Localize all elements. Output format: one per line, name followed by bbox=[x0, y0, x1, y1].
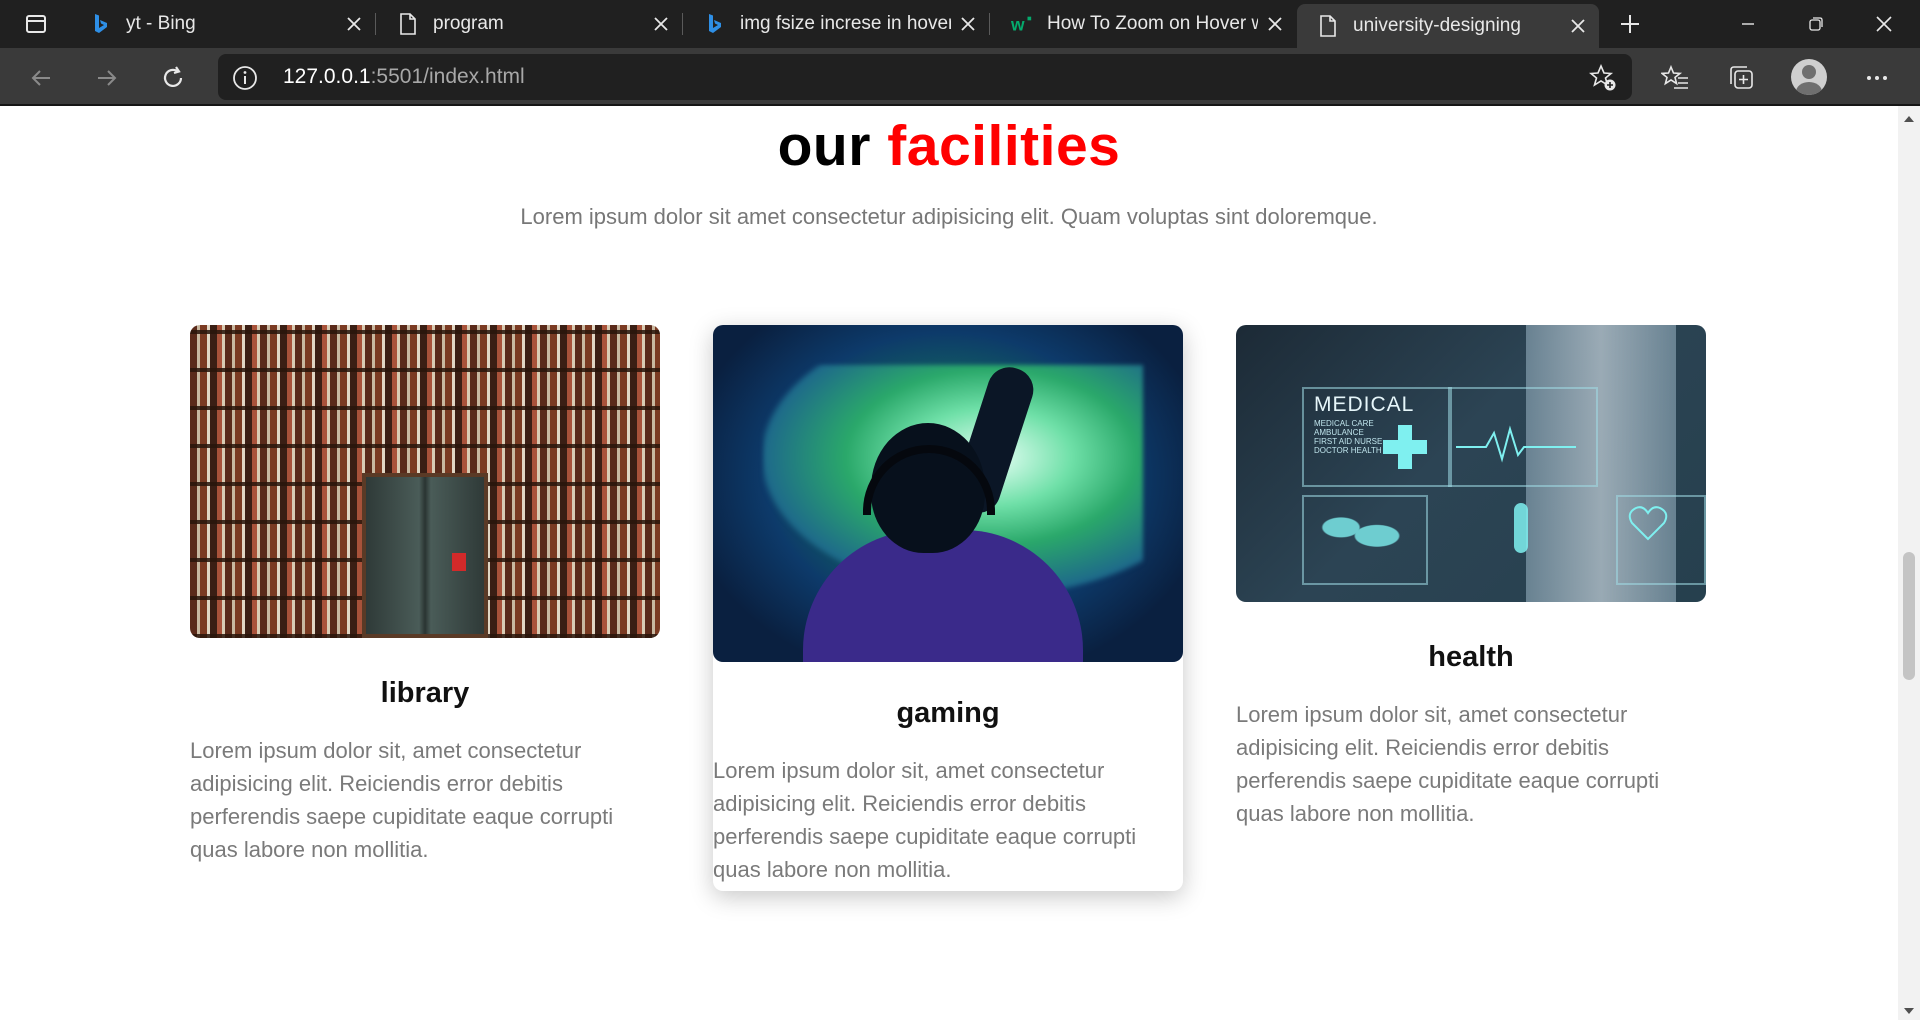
close-window-button[interactable] bbox=[1850, 0, 1918, 48]
card-text: Lorem ipsum dolor sit, amet consectetur … bbox=[190, 738, 614, 862]
close-tab-icon[interactable] bbox=[1258, 7, 1292, 41]
page-icon bbox=[397, 13, 419, 35]
gaming-image bbox=[713, 325, 1183, 662]
medical-label: MEDICAL bbox=[1314, 393, 1415, 416]
tab-university-designing[interactable]: university-designing bbox=[1297, 4, 1599, 48]
settings-menu-button[interactable] bbox=[1856, 57, 1898, 99]
back-button[interactable] bbox=[20, 57, 62, 99]
minimize-icon bbox=[1742, 23, 1754, 25]
heading-accent: facilities bbox=[887, 114, 1121, 178]
tab-title: yt - Bing bbox=[126, 13, 196, 34]
arrow-left-icon bbox=[31, 70, 50, 86]
minimize-button[interactable] bbox=[1714, 0, 1782, 48]
scroll-up-icon[interactable] bbox=[1904, 116, 1914, 122]
medical-sublabels: MEDICAL CARE AMBULANCE FIRST AID NURSE D… bbox=[1314, 419, 1383, 455]
bing-icon bbox=[704, 13, 726, 35]
url-path: :5501/index.html bbox=[370, 65, 525, 88]
card-title: health bbox=[1428, 641, 1514, 673]
scroll-down-icon[interactable] bbox=[1904, 1008, 1914, 1014]
restore-button[interactable] bbox=[1782, 0, 1850, 48]
human-figure-icon bbox=[1514, 503, 1528, 553]
page-icon bbox=[1317, 15, 1339, 37]
tab-zoom-on-hover[interactable]: w How To Zoom on Hover w bbox=[991, 0, 1296, 48]
medical-cross-bar bbox=[1383, 440, 1427, 454]
plus-icon bbox=[1621, 15, 1639, 33]
tab-title: img fsize increse in hover bbox=[740, 13, 951, 34]
url-host: 127.0.0.1 bbox=[283, 65, 371, 88]
collections-icon bbox=[1730, 66, 1753, 89]
vertical-scrollbar[interactable] bbox=[1898, 106, 1920, 1020]
door-sign bbox=[452, 553, 466, 571]
card-text: Lorem ipsum dolor sit, amet consectetur … bbox=[1236, 702, 1660, 826]
profile-avatar[interactable] bbox=[1791, 59, 1827, 95]
facility-card-library[interactable]: library Lorem ipsum dolor sit, amet cons… bbox=[190, 325, 660, 866]
card-title: library bbox=[380, 677, 470, 709]
more-icon bbox=[1867, 76, 1887, 80]
close-tab-icon[interactable] bbox=[951, 7, 985, 41]
close-tab-icon[interactable] bbox=[644, 7, 678, 41]
close-tab-icon[interactable] bbox=[337, 7, 371, 41]
add-favorite-button[interactable] bbox=[1588, 63, 1618, 93]
pulse-line-icon bbox=[1456, 425, 1576, 463]
library-image bbox=[190, 325, 660, 638]
browser-toolbar: 127.0.0.1:5501/index.html bbox=[0, 48, 1920, 106]
address-bar[interactable]: 127.0.0.1:5501/index.html bbox=[218, 54, 1632, 100]
page-viewport: our facilities Lorem ipsum dolor sit ame… bbox=[0, 106, 1898, 1020]
facility-card-health[interactable]: MEDICAL MEDICAL CARE AMBULANCE FIRST AID… bbox=[1236, 325, 1706, 830]
tab-title: How To Zoom on Hover w bbox=[1047, 13, 1258, 34]
tab-actions-icon bbox=[26, 15, 46, 33]
tab-title: program bbox=[433, 13, 504, 34]
close-tab-icon[interactable] bbox=[1561, 9, 1595, 43]
world-map-icon bbox=[1314, 505, 1404, 561]
w3schools-icon: w bbox=[1011, 13, 1033, 35]
card-text: Lorem ipsum dolor sit, amet consectetur … bbox=[713, 758, 1137, 882]
close-icon bbox=[1876, 16, 1892, 32]
tab-bar: yt - Bing program img fsize increse in h… bbox=[0, 0, 1920, 48]
svg-text:w: w bbox=[1011, 14, 1025, 34]
tab-actions-button[interactable] bbox=[14, 6, 58, 42]
arrow-right-icon bbox=[98, 70, 117, 86]
bing-icon bbox=[90, 13, 112, 35]
health-image: MEDICAL MEDICAL CARE AMBULANCE FIRST AID… bbox=[1236, 325, 1706, 602]
collections-button[interactable] bbox=[1720, 57, 1762, 99]
door-shape bbox=[362, 473, 488, 638]
forward-button[interactable] bbox=[86, 57, 128, 99]
info-icon[interactable] bbox=[232, 65, 258, 91]
url-text: 127.0.0.1:5501/index.html bbox=[283, 65, 525, 89]
section-subtitle: Lorem ipsum dolor sit amet consectetur a… bbox=[520, 204, 1378, 229]
refresh-icon bbox=[163, 66, 183, 87]
heading-text: our bbox=[777, 114, 871, 178]
tab-program[interactable]: program bbox=[377, 0, 683, 48]
star-plus-icon bbox=[1589, 64, 1616, 91]
tab-title: university-designing bbox=[1353, 15, 1521, 36]
section-heading: our facilities bbox=[0, 106, 1898, 186]
favorites-list-icon bbox=[1661, 64, 1688, 89]
card-title: gaming bbox=[896, 697, 1000, 729]
heart-icon bbox=[1628, 506, 1668, 541]
facility-card-gaming[interactable]: gaming Lorem ipsum dolor sit, amet conse… bbox=[713, 325, 1183, 891]
refresh-button[interactable] bbox=[152, 57, 194, 99]
new-tab-button[interactable] bbox=[1610, 6, 1650, 42]
tab-img-fsize[interactable]: img fsize increse in hover bbox=[684, 0, 990, 48]
restore-icon bbox=[1809, 17, 1823, 31]
favorites-button[interactable] bbox=[1654, 57, 1696, 99]
scrollbar-thumb[interactable] bbox=[1903, 552, 1915, 680]
tab-yt-bing[interactable]: yt - Bing bbox=[70, 0, 376, 48]
